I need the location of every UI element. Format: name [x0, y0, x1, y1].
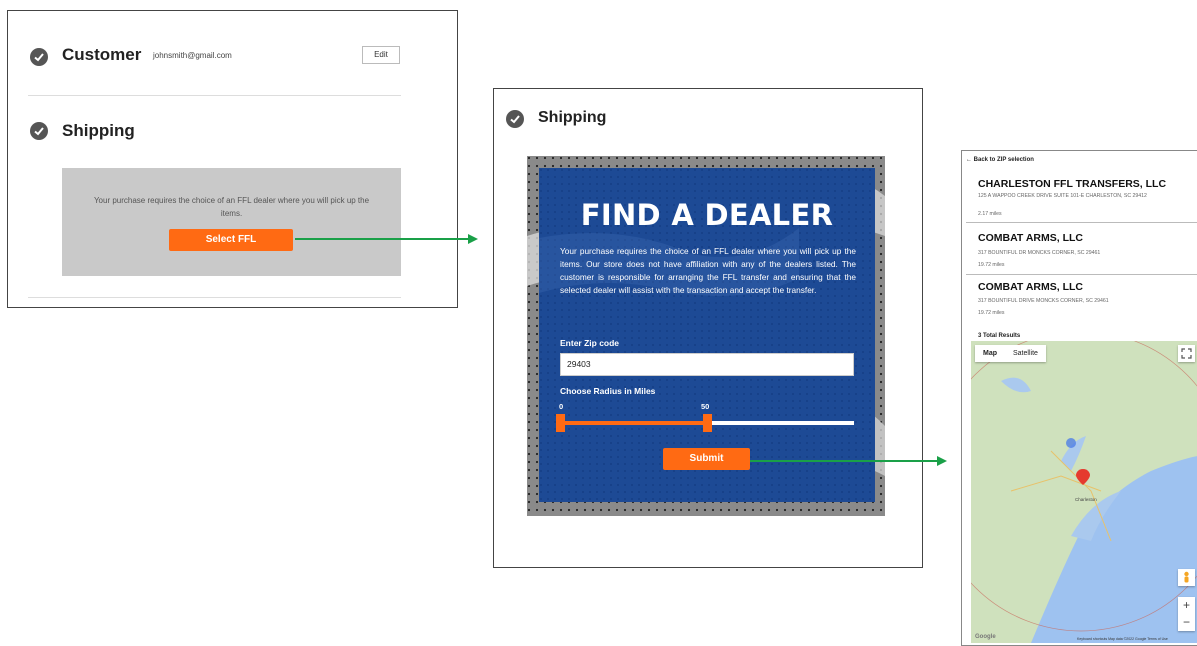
dealer-description: Your purchase requires the choice of an … — [560, 246, 856, 295]
result-distance: 19.72 miles — [978, 310, 1005, 316]
find-dealer-heading: FIND A DEALER — [580, 198, 834, 232]
result-item[interactable]: COMBAT ARMS, LLC 317 BOUNTIFUL DR MONCKS… — [966, 223, 1197, 275]
result-address: 317 BOUNTIFUL DR MONCKS CORNER, SC 29461 — [978, 250, 1101, 256]
edit-customer-button[interactable]: Edit — [362, 46, 400, 64]
radius-max-thumb[interactable] — [703, 414, 712, 432]
shipping-step-title: Shipping — [62, 121, 135, 140]
submit-button[interactable]: Submit — [663, 448, 750, 470]
divider — [28, 95, 401, 96]
find-dealer-panel: Shipping FIND A DEALER Your purchase req… — [493, 88, 923, 568]
map-city-label: Charleston — [1075, 497, 1097, 502]
fullscreen-icon[interactable] — [1178, 345, 1195, 362]
radius-slider-fill — [560, 421, 708, 425]
select-ffl-button[interactable]: Select FFL — [169, 229, 293, 251]
result-item[interactable]: CHARLESTON FFL TRANSFERS, LLC 125 A WAPP… — [966, 169, 1197, 223]
results-map[interactable]: Charleston Map Satellite + − Google Keyb… — [971, 341, 1197, 643]
back-to-zip-link[interactable]: ← Back to ZIP selection — [966, 157, 1034, 163]
shipping-check-icon — [506, 110, 524, 128]
radius-value-label: 50 — [701, 402, 710, 411]
result-address: 317 BOUNTIFUL DRIVE MONCKS CORNER, SC 29… — [978, 298, 1109, 304]
customer-check-icon — [30, 48, 48, 66]
result-distance: 19.72 miles — [978, 262, 1005, 268]
divider — [28, 297, 401, 298]
pegman-icon[interactable] — [1178, 569, 1195, 586]
dealer-form: FIND A DEALER Your purchase requires the… — [539, 168, 875, 502]
radius-min-thumb[interactable] — [556, 414, 565, 432]
map-footer[interactable]: Keyboard shortcuts Map data ©2022 Google… — [1077, 637, 1168, 641]
tab-map[interactable]: Map — [975, 345, 1005, 362]
zip-label: Enter Zip code — [560, 338, 620, 348]
zoom-in-button[interactable]: + — [1178, 597, 1195, 614]
arrow-head-icon — [937, 456, 947, 466]
radius-label: Choose Radius in Miles — [560, 386, 656, 396]
find-dealer-card: FIND A DEALER Your purchase requires the… — [527, 156, 885, 516]
ffl-notice-text: Your purchase requires the choice of an … — [93, 196, 370, 218]
map-terrain — [971, 341, 1197, 643]
customer-email: johnsmith@gmail.com — [153, 51, 232, 60]
shipping-check-icon — [30, 122, 48, 140]
total-results: 3 Total Results — [978, 333, 1021, 339]
customer-step-title: Customer — [62, 45, 142, 64]
dealer-results-panel: ← Back to ZIP selection CHARLESTON FFL T… — [961, 150, 1197, 646]
checkout-panel: Customer johnsmith@gmail.com Edit Shippi… — [7, 10, 458, 308]
zoom-controls: + − — [1178, 597, 1195, 631]
radius-min-label: 0 — [559, 402, 564, 411]
result-name: CHARLESTON FFL TRANSFERS, LLC — [978, 178, 1167, 190]
shipping-step-title: Shipping — [538, 109, 607, 126]
arrow-head-icon — [468, 234, 478, 244]
result-name: COMBAT ARMS, LLC — [978, 232, 1083, 244]
map-type-tabs: Map Satellite — [975, 345, 1046, 362]
result-address: 125 A WAPPOO CREEK DRIVE SUITE 101-E CHA… — [978, 193, 1147, 199]
zip-code-input[interactable]: 29403 — [560, 353, 854, 376]
zoom-out-button[interactable]: − — [1178, 614, 1195, 631]
result-item[interactable]: COMBAT ARMS, LLC 317 BOUNTIFUL DRIVE MON… — [966, 275, 1197, 325]
result-distance: 2.17 miles — [978, 211, 1002, 217]
tab-satellite[interactable]: Satellite — [1005, 345, 1046, 362]
result-name: COMBAT ARMS, LLC — [978, 281, 1083, 293]
ffl-notice-box: Your purchase requires the choice of an … — [62, 168, 401, 276]
google-logo: Google — [975, 634, 996, 640]
